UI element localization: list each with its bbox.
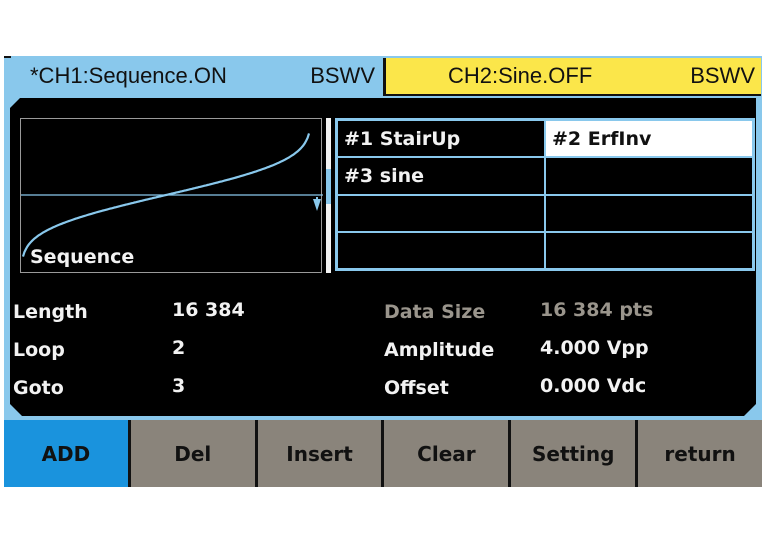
- sequence-cell-selected[interactable]: #2 ErfInv: [545, 120, 753, 157]
- ch2-mode: BSWV: [690, 63, 755, 88]
- data-size-value: 16 384 pts: [540, 299, 654, 321]
- waveform-scrollbar[interactable]: [326, 118, 331, 273]
- sequence-cell[interactable]: [337, 232, 545, 269]
- insert-button[interactable]: Insert: [257, 420, 382, 487]
- delete-button[interactable]: Del: [130, 420, 255, 487]
- offset-label: Offset: [384, 377, 449, 399]
- waveform-label: Sequence: [30, 246, 135, 268]
- waveform-preview: Sequence: [20, 118, 322, 273]
- return-button[interactable]: return: [638, 420, 762, 487]
- awg-screen: *CH1:Sequence.ON BSWV CH2:Sine.OFF BSWV …: [4, 56, 762, 487]
- ch1-mode: BSWV: [310, 63, 375, 88]
- tab-ch2[interactable]: CH2:Sine.OFF BSWV: [383, 58, 761, 96]
- scrollbar-thumb[interactable]: [326, 169, 331, 204]
- loop-label: Loop: [13, 339, 65, 361]
- sequence-cell[interactable]: [337, 195, 545, 232]
- loop-value[interactable]: 2: [172, 337, 185, 359]
- sequence-cell[interactable]: [545, 195, 753, 232]
- sequence-cell[interactable]: #1 StairUp: [337, 120, 545, 157]
- amplitude-label: Amplitude: [384, 339, 495, 361]
- goto-label: Goto: [13, 377, 64, 399]
- amplitude-value[interactable]: 4.000 Vpp: [540, 337, 649, 359]
- goto-value[interactable]: 3: [172, 375, 185, 397]
- data-size-label: Data Size: [384, 301, 486, 323]
- clear-button[interactable]: Clear: [384, 420, 509, 487]
- setting-button[interactable]: Setting: [511, 420, 636, 487]
- main-panel: Sequence #1 StairUp #2 ErfInv #3 sine Le…: [10, 98, 756, 416]
- sequence-table: #1 StairUp #2 ErfInv #3 sine: [335, 118, 755, 271]
- ch2-status: CH2:Sine.OFF: [448, 63, 593, 88]
- sequence-cell[interactable]: [545, 232, 753, 269]
- length-value[interactable]: 16 384: [172, 299, 245, 321]
- ch1-status: *CH1:Sequence.ON: [30, 63, 227, 88]
- softkey-bar: ADD Del Insert Clear Setting return: [4, 420, 762, 487]
- length-label: Length: [13, 301, 88, 323]
- add-button[interactable]: ADD: [4, 420, 128, 487]
- sequence-cell[interactable]: [545, 157, 753, 194]
- tab-ch1[interactable]: *CH1:Sequence.ON BSWV: [4, 58, 383, 94]
- offset-value[interactable]: 0.000 Vdc: [540, 375, 646, 397]
- sequence-cell[interactable]: #3 sine: [337, 157, 545, 194]
